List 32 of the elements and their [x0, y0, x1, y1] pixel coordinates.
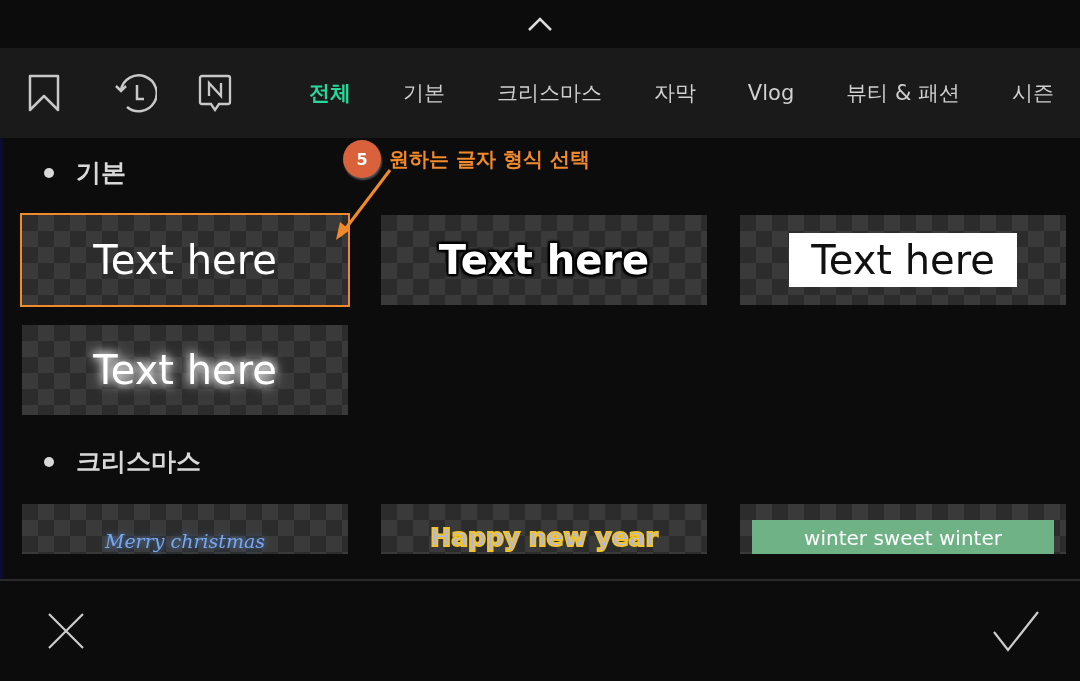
bullet-dot [44, 456, 54, 467]
callout-text: 원하는 글자 형식 선택 [389, 145, 590, 173]
bullet-dot [44, 167, 54, 178]
bookmark-icon [28, 74, 60, 112]
sample-text: Text here [789, 233, 1017, 287]
category-tab[interactable]: 전체 [282, 79, 377, 107]
text-style-tile[interactable]: Text here [738, 213, 1068, 307]
step-number: 5 [343, 140, 381, 178]
close-button[interactable] [46, 611, 86, 651]
section-title: 기본 [76, 157, 126, 189]
confirm-button[interactable] [992, 610, 1040, 652]
category-tab[interactable]: 뷰티 & 패션 [820, 79, 986, 107]
history-icon [112, 73, 157, 113]
text-style-tile[interactable]: Text here [20, 323, 350, 417]
text-style-tile[interactable]: Text here [20, 213, 350, 307]
sample-text: Merry christmas [104, 530, 266, 552]
sample-text: winter sweet winter [752, 520, 1054, 554]
sample-text: Text here [438, 237, 650, 283]
new-badge-icon [197, 74, 232, 112]
category-tab[interactable]: 자막 [627, 79, 722, 107]
text-style-tile[interactable]: Happy new year [379, 502, 709, 556]
category-tab[interactable]: 시즌 [986, 79, 1080, 107]
category-tab[interactable]: 크리스마스 [470, 79, 628, 107]
sample-text: Text here [93, 237, 277, 283]
text-style-tile[interactable]: Merry christmas [20, 502, 350, 556]
sample-text: Happy new year [430, 523, 658, 552]
category-tab[interactable]: 기본 [376, 79, 471, 107]
collapse-caret-icon[interactable] [527, 16, 553, 32]
section-title: 크리스마스 [76, 446, 201, 478]
text-style-tile[interactable]: Text here [379, 213, 709, 307]
category-tab[interactable]: Vlog [721, 81, 821, 105]
sample-text: Text here [93, 347, 277, 393]
